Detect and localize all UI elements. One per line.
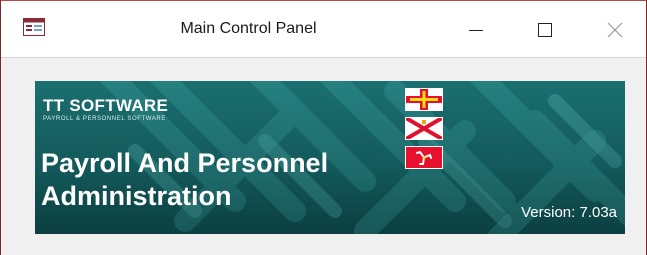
version-label: Version: 7.03a [521,204,617,221]
minimize-icon [469,30,483,31]
jersey-flag [404,116,444,141]
brand-tagline: PAYROLL & PERSONNEL SOFTWARE [43,116,166,122]
brand-name: TT SOFTWARE [43,96,169,115]
maximize-icon [538,23,552,37]
close-button[interactable] [597,15,633,45]
title-bar[interactable]: Main Control Panel [1,1,646,58]
app-banner: TT SOFTWARE PAYROLL & PERSONNEL SOFTWARE… [35,81,625,234]
guernsey-flag [405,88,443,111]
maximize-button[interactable] [527,15,563,45]
close-icon [607,22,623,38]
minimize-button[interactable] [458,15,494,45]
guernsey-flag-icon [406,89,442,110]
application-title: Payroll And Personnel Administration [41,148,329,211]
isle-of-man-flag [405,146,443,169]
jersey-flag-icon [404,116,444,141]
isle-of-man-flag-icon [406,147,442,168]
main-control-panel-window: Main Control Panel TT SOFTWARE PAYROLL &… [0,0,647,255]
